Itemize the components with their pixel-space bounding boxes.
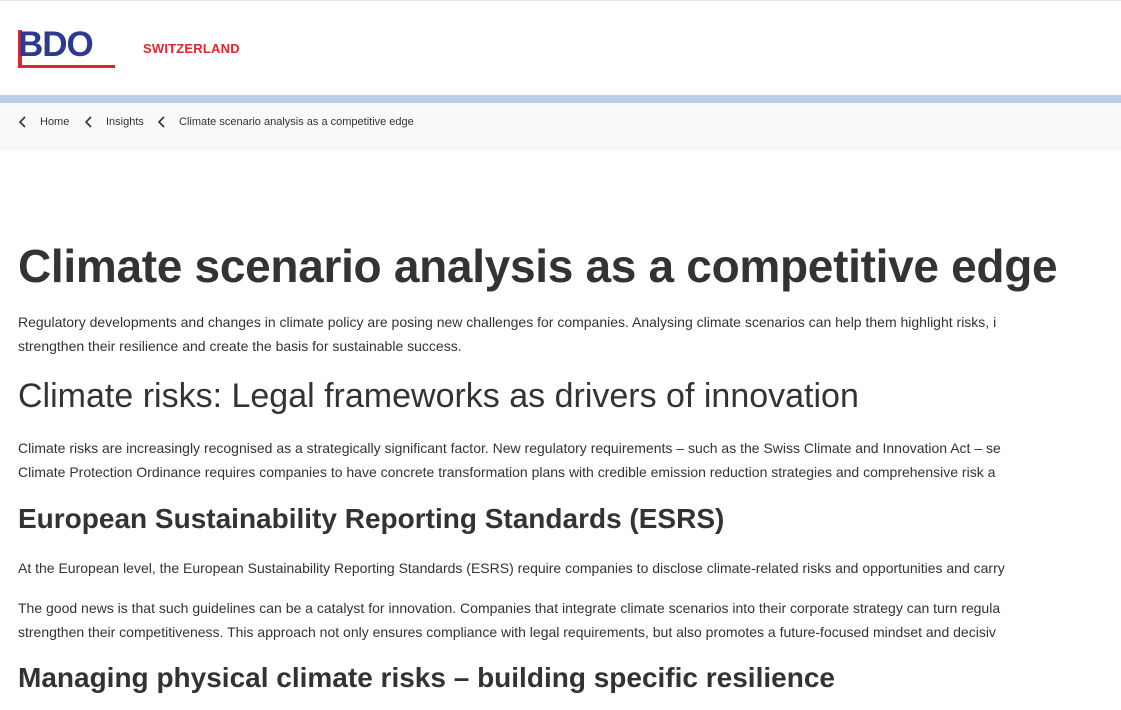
breadcrumb-current-label: Climate scenario analysis as a competiti… — [179, 116, 414, 128]
chevron-left-icon — [84, 116, 92, 128]
innovation-line-1: The good news is that such guidelines ca… — [18, 600, 1001, 616]
breadcrumb-insights[interactable]: Insights — [84, 115, 144, 129]
breadcrumb: Home Insights Climate scenario analysis … — [0, 103, 1121, 150]
breadcrumb-home-label: Home — [40, 116, 70, 128]
section-heading-legal-frameworks: Climate risks: Legal frameworks as drive… — [18, 377, 859, 415]
breadcrumb-home[interactable]: Home — [18, 115, 69, 129]
chevron-left-icon — [157, 116, 165, 128]
section1-line-1: Climate risks are increasingly recognise… — [18, 440, 1001, 456]
logo-text: BDO — [18, 25, 94, 64]
innovation-line-2: strengthen their competitiveness. This a… — [18, 624, 996, 640]
breadcrumb-insights-label: Insights — [106, 116, 144, 128]
chevron-left-icon — [18, 116, 26, 128]
header-band — [0, 95, 1121, 103]
section-heading-physical-risks: Managing physical climate risks – buildi… — [18, 662, 835, 693]
esrs-paragraph: At the European level, the European Sust… — [18, 560, 1005, 576]
breadcrumb-current: Climate scenario analysis as a competiti… — [157, 115, 414, 129]
site-header: BDO SWITZERLAND — [0, 4, 1121, 94]
section-heading-esrs: European Sustainability Reporting Standa… — [18, 503, 725, 534]
section1-line-2: Climate Protection Ordinance requires co… — [18, 464, 996, 480]
intro-line-1: Regulatory developments and changes in c… — [18, 314, 997, 330]
bdo-logo[interactable]: BDO — [18, 25, 116, 70]
page-title: Climate scenario analysis as a competiti… — [18, 240, 1058, 292]
logo-underline — [18, 65, 115, 68]
country-label[interactable]: SWITZERLAND — [143, 41, 240, 56]
intro-line-2: strengthen their resilience and create t… — [18, 338, 462, 354]
